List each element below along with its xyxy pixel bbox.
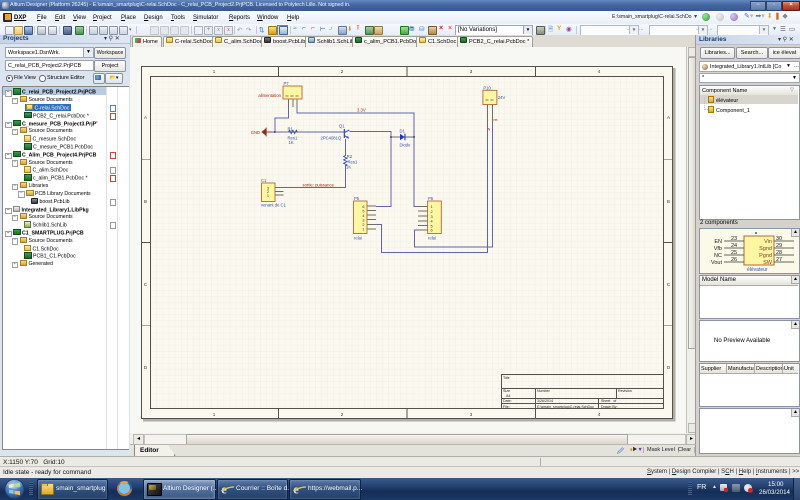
svg-text:2PC4081Q: 2PC4081Q [321, 136, 342, 141]
svg-text:1: 1 [267, 194, 269, 198]
svg-text:Date:: Date: [503, 399, 512, 403]
svg-text:EN: EN [714, 239, 722, 245]
svg-text:relai: relai [354, 236, 362, 241]
svg-text:B: B [667, 199, 670, 204]
svg-text:2: 2 [362, 223, 364, 227]
svg-text:NC: NC [714, 253, 722, 259]
svg-text:ret: ret [494, 118, 498, 122]
svg-text:venant de C1: venant de C1 [261, 203, 287, 208]
svg-text:27: 27 [776, 257, 782, 263]
svg-text:A: A [667, 115, 670, 120]
svg-text:1K: 1K [346, 165, 351, 170]
svg-text:SW: SW [763, 260, 773, 266]
svg-text:Vin: Vin [764, 239, 772, 245]
svg-text:6: 6 [362, 205, 364, 209]
svg-text:3/26/2014: 3/26/2014 [537, 399, 553, 403]
svg-text:alimentation: alimentation [258, 93, 281, 98]
svg-text:P7: P7 [284, 81, 290, 86]
svg-text:25: 25 [731, 250, 737, 256]
svg-text:Revision: Revision [618, 389, 632, 393]
svg-text:File:: File: [503, 405, 510, 409]
svg-text:1: 1 [362, 228, 364, 232]
svg-text:Size: Size [503, 389, 510, 393]
svg-text:GND: GND [251, 130, 260, 135]
svg-text:P5: P5 [354, 196, 360, 201]
svg-text:1K: 1K [289, 140, 294, 145]
svg-text:Vout: Vout [711, 260, 722, 266]
svg-text:Diode: Diode [400, 143, 412, 148]
svg-text:A: A [144, 115, 147, 120]
svg-text:1: 1 [431, 205, 433, 209]
svg-text:Pgnd: Pgnd [759, 253, 772, 259]
svg-text:Sheet of: Sheet of [601, 399, 616, 403]
svg-text:Vfb: Vfb [714, 246, 722, 252]
svg-text:Q1: Q1 [339, 124, 345, 129]
svg-text:B: B [144, 199, 147, 204]
svg-text:R2: R2 [347, 154, 353, 159]
svg-text:26: 26 [731, 257, 737, 263]
svg-text:sortie: puissance: sortie: puissance [303, 183, 335, 188]
svg-text:P6: P6 [428, 196, 434, 201]
svg-text:23: 23 [731, 236, 737, 242]
svg-text:D1: D1 [400, 129, 406, 134]
svg-text:28: 28 [776, 250, 782, 256]
svg-text:24V: 24V [498, 95, 506, 100]
svg-text:Drawn By:: Drawn By: [601, 405, 618, 409]
svg-text:Number: Number [537, 389, 551, 393]
svg-text:3.3V: 3.3V [357, 108, 366, 113]
svg-text:3: 3 [431, 215, 433, 219]
svg-text:C1: C1 [261, 178, 267, 183]
svg-text:29: 29 [776, 243, 782, 249]
svg-text:P10: P10 [483, 85, 491, 90]
svg-text:4: 4 [431, 220, 433, 224]
svg-text:E:\smain_smartplug\C-relai.Sch: E:\smain_smartplug\C-relai.SchDoc [537, 405, 594, 409]
svg-text:Sgnd: Sgnd [759, 246, 772, 252]
svg-text:2: 2 [431, 210, 433, 214]
svg-text:5: 5 [362, 209, 364, 213]
svg-text:6: 6 [431, 229, 433, 233]
svg-text:Title: Title [503, 376, 510, 380]
svg-text:A4: A4 [506, 394, 510, 398]
svg-text:4: 4 [362, 214, 364, 218]
svg-text:30: 30 [776, 236, 782, 242]
svg-text:relai: relai [428, 236, 436, 241]
svg-text:3: 3 [362, 219, 364, 223]
svg-text:24: 24 [731, 243, 737, 249]
svg-text:R1: R1 [288, 127, 294, 132]
svg-text:élévateur: élévateur [747, 267, 768, 273]
